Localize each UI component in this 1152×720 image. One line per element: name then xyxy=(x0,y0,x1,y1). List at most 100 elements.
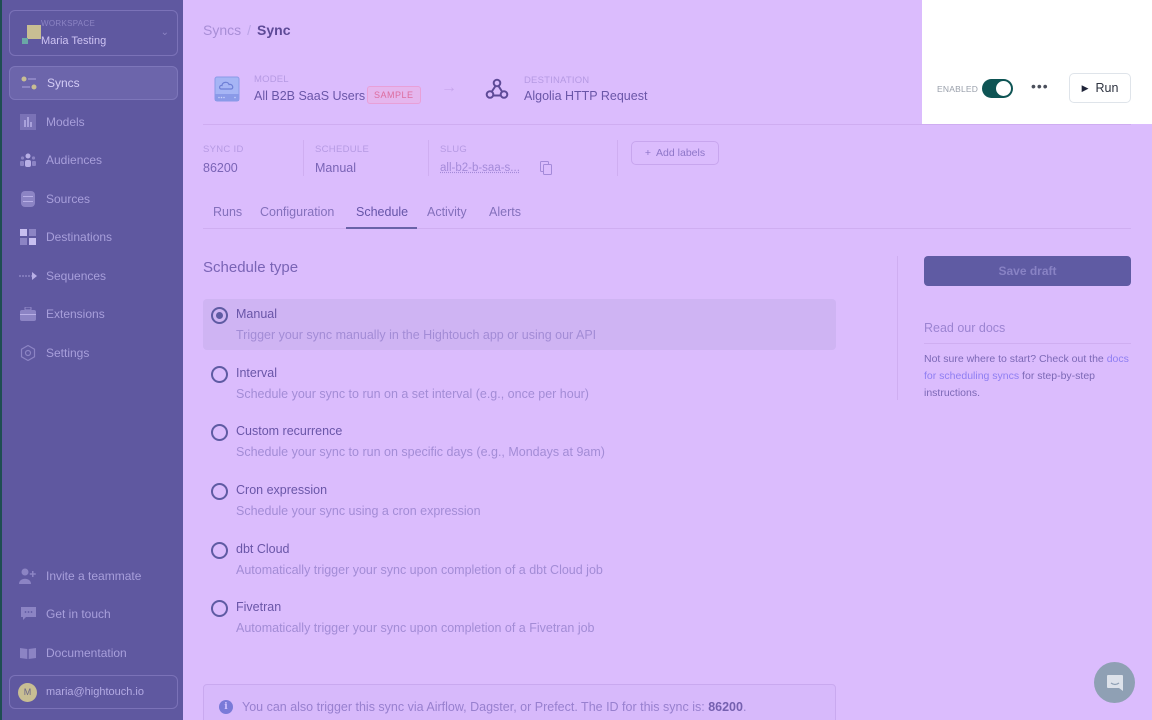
webhook-icon xyxy=(485,78,509,99)
sidebar-item-label: Sequences xyxy=(46,269,107,283)
sidebar-item-label: Audiences xyxy=(46,153,103,167)
sidebar-item-label: Documentation xyxy=(46,646,127,660)
radio-unselected[interactable] xyxy=(211,366,228,383)
tab-activity[interactable]: Activity xyxy=(427,205,467,219)
sidebar-item-label: Syncs xyxy=(47,76,80,90)
more-options-icon[interactable]: ••• xyxy=(1031,78,1049,94)
active-tab-indicator xyxy=(346,227,417,229)
sync-id-value: 86200 xyxy=(203,161,238,175)
models-icon xyxy=(19,113,37,131)
sidebar-item-label: Settings xyxy=(46,346,90,360)
option-description: Schedule your sync to run on specific da… xyxy=(236,445,605,459)
schedule-option-dbt-cloud[interactable]: dbt Cloud Automatically trigger your syn… xyxy=(203,534,836,585)
avatar: M xyxy=(18,682,37,702)
header-actions-panel xyxy=(922,0,1152,124)
schedule-label: SCHEDULE xyxy=(315,144,370,155)
sidebar: WORKSPACE Maria Testing ⌄ Syncs Models A… xyxy=(0,0,183,720)
main-content: Syncs / Sync MODEL All B2B SaaS Users SAMP… xyxy=(183,0,1152,720)
option-description: Trigger your sync manually in the Highto… xyxy=(236,328,597,342)
workspace-switcher[interactable]: WORKSPACE Maria Testing ⌄ xyxy=(9,10,178,56)
header-divider xyxy=(203,124,1131,125)
radio-unselected[interactable] xyxy=(211,424,228,441)
option-title: dbt Cloud xyxy=(236,542,290,556)
save-draft-button[interactable]: Save draft xyxy=(924,256,1131,286)
chat-smile-icon xyxy=(1106,674,1123,691)
enabled-toggle[interactable] xyxy=(982,79,1013,98)
tab-alerts[interactable]: Alerts xyxy=(489,205,521,219)
breadcrumb: Syncs / Sync xyxy=(203,22,290,38)
sync-id-label: SYNC ID xyxy=(203,144,244,155)
sidebar-item-get-in-touch[interactable]: Get in touch xyxy=(9,597,178,631)
breadcrumb-syncs-link[interactable]: Syncs xyxy=(203,22,241,38)
sidebar-item-invite[interactable]: Invite a teammate xyxy=(9,559,178,593)
sidebar-item-audiences[interactable]: Audiences xyxy=(9,143,178,177)
play-icon: ▶ xyxy=(1081,82,1089,93)
copy-icon[interactable] xyxy=(540,161,552,175)
option-title: Interval xyxy=(236,366,277,380)
schedule-type-heading: Schedule type xyxy=(203,259,299,276)
sequences-icon xyxy=(19,267,37,285)
sidebar-item-sequences[interactable]: Sequences xyxy=(9,259,178,293)
tab-runs[interactable]: Runs xyxy=(213,205,242,219)
tab-configuration[interactable]: Configuration xyxy=(260,205,334,219)
sidebar-item-syncs[interactable]: Syncs xyxy=(9,66,178,100)
run-button[interactable]: ▶ Run xyxy=(1069,73,1131,103)
radio-unselected[interactable] xyxy=(211,483,228,500)
schedule-option-interval[interactable]: Interval Schedule your sync to run on a … xyxy=(203,358,836,409)
sidebar-item-destinations[interactable]: Destinations xyxy=(9,220,178,254)
user-menu[interactable]: M maria@hightouch.io xyxy=(9,675,178,709)
meta-divider xyxy=(617,140,618,176)
model-label: MODEL xyxy=(254,74,289,85)
schedule-option-cron[interactable]: Cron expression Schedule your sync using… xyxy=(203,475,836,526)
meta-divider xyxy=(303,140,304,176)
enabled-label: ENABLED xyxy=(937,84,979,94)
sidebar-item-extensions[interactable]: Extensions xyxy=(9,297,178,331)
syncs-icon xyxy=(20,74,38,92)
sidebar-item-label: Sources xyxy=(46,192,91,206)
plus-icon: + xyxy=(644,147,652,159)
info-text: You can also trigger this sync via Airfl… xyxy=(242,700,747,714)
side-panel-divider xyxy=(897,256,898,400)
breadcrumb-separator: / xyxy=(247,22,252,38)
radio-selected[interactable] xyxy=(211,307,228,324)
slug-label: SLUG xyxy=(440,144,468,155)
schedule-value: Manual xyxy=(315,161,356,175)
sidebar-item-label: Destinations xyxy=(46,230,113,244)
settings-icon xyxy=(19,344,37,362)
sidebar-item-sources[interactable]: Sources xyxy=(9,182,178,216)
user-email: maria@hightouch.io xyxy=(46,686,144,698)
schedule-option-manual[interactable]: Manual Trigger your sync manually in the… xyxy=(203,299,836,350)
audiences-icon xyxy=(19,151,37,169)
info-sync-id: 86200 xyxy=(708,700,743,714)
option-title: Manual xyxy=(236,307,277,321)
chat-widget-button[interactable] xyxy=(1094,662,1135,703)
run-label: Run xyxy=(1095,81,1119,95)
sidebar-item-label: Extensions xyxy=(46,307,105,321)
book-icon xyxy=(19,644,37,662)
meta-divider xyxy=(428,140,429,176)
sidebar-item-models[interactable]: Models xyxy=(9,105,178,139)
option-title: Fivetran xyxy=(236,600,282,614)
schedule-option-custom-recurrence[interactable]: Custom recurrence Schedule your sync to … xyxy=(203,416,836,467)
option-description: Schedule your sync to run on a set inter… xyxy=(236,387,589,401)
add-labels-button[interactable]: + Add labels xyxy=(631,141,719,165)
invite-icon xyxy=(19,567,37,585)
option-title: Cron expression xyxy=(236,483,328,497)
extensions-icon xyxy=(19,305,37,323)
schedule-option-fivetran[interactable]: Fivetran Automatically trigger your sync… xyxy=(203,592,836,643)
slug-value[interactable]: all-b2-b-saa-s... xyxy=(440,162,520,174)
tab-schedule[interactable]: Schedule xyxy=(356,205,408,219)
sidebar-item-label: Models xyxy=(46,115,85,129)
model-name-link[interactable]: All B2B SaaS Users xyxy=(254,89,365,103)
workspace-name: Maria Testing xyxy=(41,35,107,47)
breadcrumb-current: Sync xyxy=(257,22,291,38)
destinations-icon xyxy=(19,228,37,246)
sidebar-item-documentation[interactable]: Documentation xyxy=(9,636,178,670)
workspace-label: WORKSPACE xyxy=(41,19,96,28)
docs-heading: Read our docs xyxy=(924,321,1006,335)
docs-divider xyxy=(924,343,1131,344)
radio-unselected[interactable] xyxy=(211,542,228,559)
radio-unselected[interactable] xyxy=(211,600,228,617)
destination-name-link[interactable]: Algolia HTTP Request xyxy=(524,89,647,103)
sidebar-item-settings[interactable]: Settings xyxy=(9,336,178,370)
